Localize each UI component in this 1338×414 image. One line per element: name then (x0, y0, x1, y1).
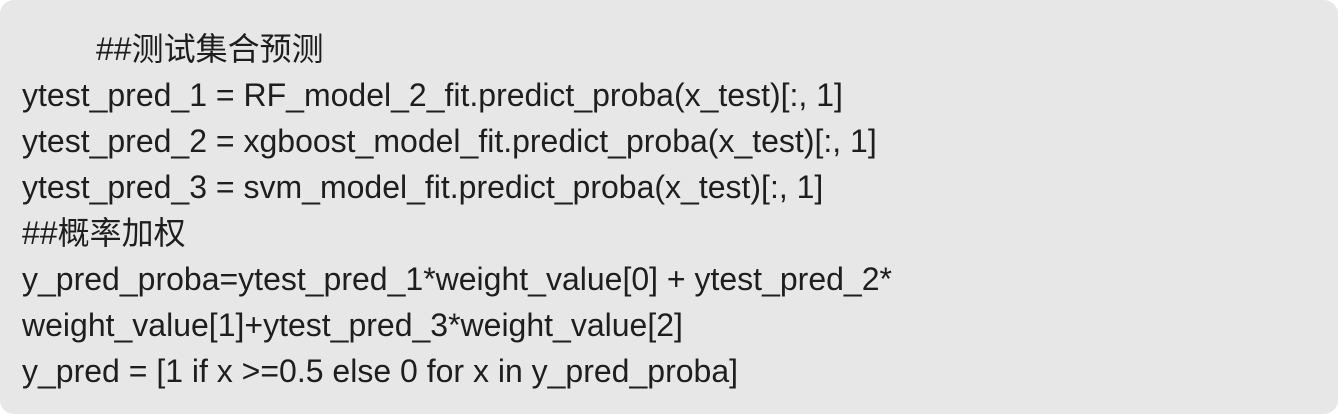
code-block: ##测试集合预测 ytest_pred_1 = RF_model_2_fit.p… (0, 0, 1338, 414)
comment-test-set-prediction: ##测试集合预测 (96, 31, 324, 67)
comment-probability-weighting: ##概率加权 (22, 215, 186, 251)
code-line-ytest-pred-2: ytest_pred_2 = xgboost_model_fit.predict… (22, 123, 877, 159)
code-line-ytest-pred-1: ytest_pred_1 = RF_model_2_fit.predict_pr… (22, 77, 843, 113)
code-line-y-pred: y_pred = [1 if x >=0.5 else 0 for x in y… (22, 353, 738, 389)
code-line-y-pred-proba: y_pred_proba=ytest_pred_1*weight_value[0… (22, 261, 892, 297)
code-line-ytest-pred-3: ytest_pred_3 = svm_model_fit.predict_pro… (22, 169, 824, 205)
code-line-y-pred-proba-continued: weight_value[1]+ytest_pred_3*weight_valu… (22, 307, 683, 343)
